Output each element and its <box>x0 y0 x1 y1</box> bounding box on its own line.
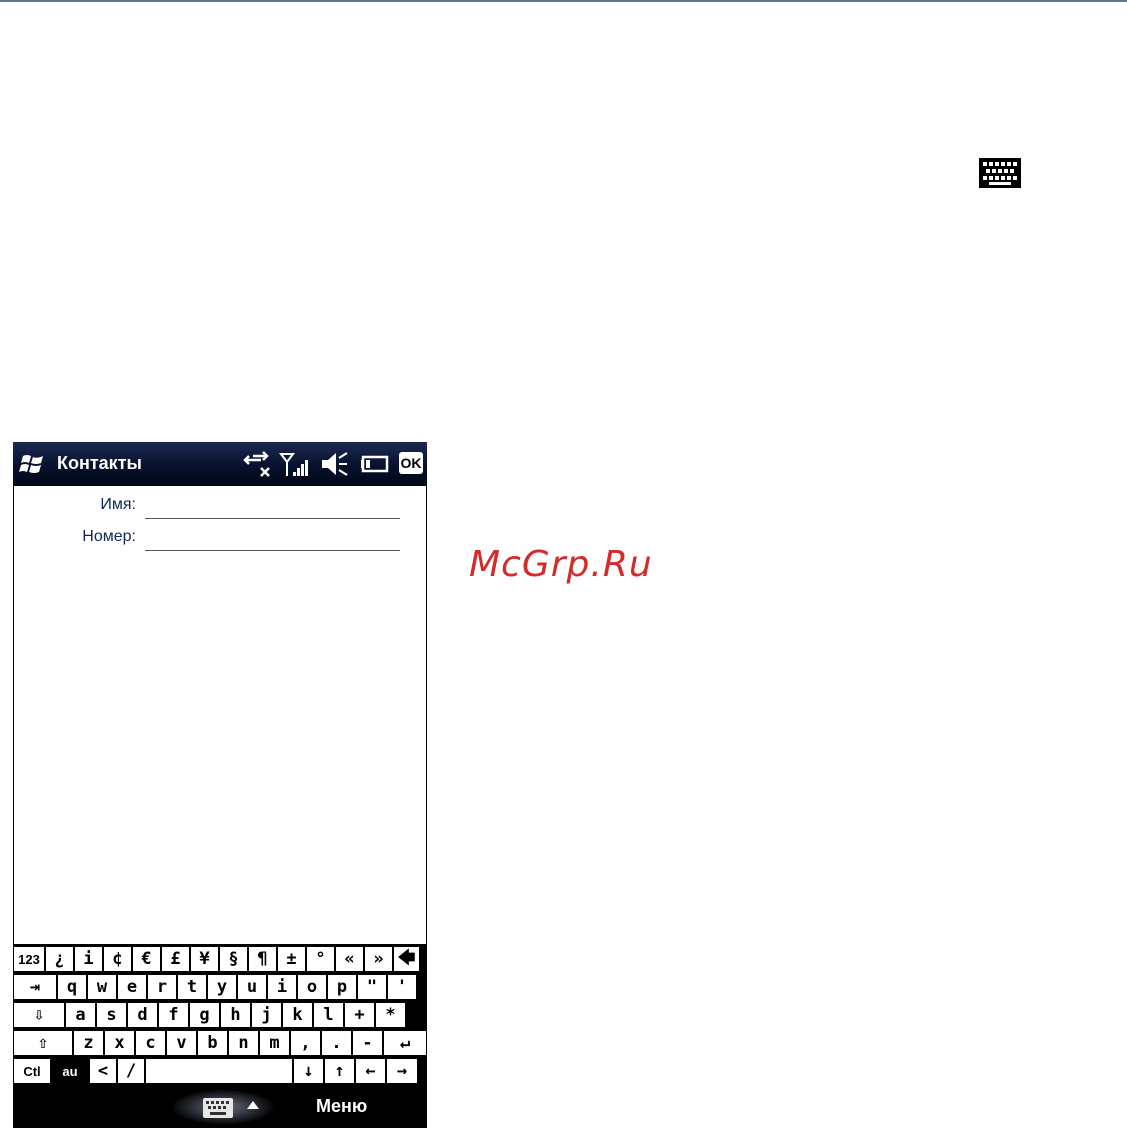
key[interactable]: m <box>259 1030 290 1056</box>
key-123[interactable]: 123 <box>13 946 45 972</box>
data-connection-icon[interactable] <box>243 450 273 478</box>
key[interactable]: k <box>282 1002 313 1028</box>
key[interactable]: e <box>117 974 147 1000</box>
key-tab[interactable]: ⇥ <box>13 974 57 1000</box>
keyboard-row-3: ⇩ a s d f g h j k l + * <box>13 1002 406 1028</box>
keyboard-row-1: 123 ¿ i ¢ € £ ¥ § ¶ ± ° « » 🡄 <box>13 946 420 972</box>
ok-button[interactable]: OK <box>399 452 423 474</box>
key[interactable]: y <box>207 974 237 1000</box>
key[interactable]: i <box>74 946 103 972</box>
key-shift[interactable]: ⇧ <box>13 1030 73 1056</box>
key[interactable]: ± <box>277 946 306 972</box>
name-input[interactable] <box>145 498 400 519</box>
name-label: Имя: <box>100 496 136 513</box>
key[interactable]: . <box>321 1030 352 1056</box>
key-space[interactable] <box>145 1058 293 1084</box>
key[interactable]: g <box>189 1002 220 1028</box>
page-top-rule <box>0 0 1127 2</box>
watermark: McGrp.Ru <box>469 544 653 585</box>
key[interactable]: u <box>237 974 267 1000</box>
key-backspace[interactable]: 🡄 <box>393 946 420 972</box>
key[interactable]: < <box>89 1058 117 1084</box>
key[interactable]: i <box>267 974 297 1000</box>
key-enter[interactable]: ↵ <box>383 1030 427 1056</box>
battery-icon[interactable] <box>361 450 391 478</box>
key[interactable]: l <box>313 1002 344 1028</box>
key[interactable]: j <box>251 1002 282 1028</box>
key[interactable]: d <box>127 1002 158 1028</box>
key[interactable]: " <box>357 974 387 1000</box>
key[interactable]: f <box>158 1002 189 1028</box>
keyboard-icon <box>979 158 1021 188</box>
key[interactable]: ' <box>387 974 417 1000</box>
key[interactable]: , <box>290 1030 321 1056</box>
key-caps-lock[interactable]: ⇩ <box>13 1002 65 1028</box>
key[interactable]: ¢ <box>103 946 132 972</box>
key-ctrl[interactable]: Ctl <box>13 1058 51 1084</box>
key[interactable]: ¿ <box>45 946 74 972</box>
key[interactable]: + <box>344 1002 375 1028</box>
keyboard-row-2: ⇥ q w e r t y u i o p " ' <box>13 974 417 1000</box>
key-au[interactable]: au <box>51 1058 89 1084</box>
key[interactable]: ¥ <box>190 946 219 972</box>
key[interactable]: q <box>57 974 87 1000</box>
windows-start-icon[interactable] <box>19 452 47 476</box>
soft-keyboard: 123 ¿ i ¢ € £ ¥ § ¶ ± ° « » 🡄 ⇥ q w e r … <box>13 944 427 1086</box>
key[interactable]: * <box>375 1002 406 1028</box>
device-screen: Контакты OK Имя: Номер: 123 ¿ i ¢ € £ ¥ … <box>13 442 427 1128</box>
key[interactable]: a <box>65 1002 96 1028</box>
key[interactable]: n <box>228 1030 259 1056</box>
key[interactable]: o <box>297 974 327 1000</box>
keyboard-icon[interactable] <box>203 1098 233 1118</box>
keyboard-row-4: ⇧ z x c v b n m , . - ↵ <box>13 1030 427 1056</box>
key[interactable]: £ <box>161 946 190 972</box>
key[interactable]: ¶ <box>248 946 277 972</box>
keyboard-row-5: Ctl au < / ↓ ↑ ← → <box>13 1058 418 1084</box>
number-input[interactable] <box>145 530 400 551</box>
key[interactable]: w <box>87 974 117 1000</box>
key[interactable]: v <box>166 1030 197 1056</box>
signal-strength-icon[interactable] <box>279 450 309 478</box>
key[interactable]: - <box>352 1030 383 1056</box>
key[interactable]: c <box>135 1030 166 1056</box>
key[interactable]: h <box>220 1002 251 1028</box>
key-arrow-up[interactable]: ↑ <box>324 1058 355 1084</box>
key[interactable]: r <box>147 974 177 1000</box>
key-arrow-down[interactable]: ↓ <box>293 1058 324 1084</box>
key[interactable]: p <box>327 974 357 1000</box>
key[interactable]: b <box>197 1030 228 1056</box>
number-label: Номер: <box>82 528 136 545</box>
key[interactable]: ° <box>306 946 335 972</box>
app-title: Контакты <box>57 453 142 473</box>
menu-bar: Меню <box>13 1086 427 1128</box>
key[interactable]: § <box>219 946 248 972</box>
caret-up-icon[interactable] <box>247 1101 259 1109</box>
volume-muted-icon[interactable] <box>318 450 348 478</box>
key[interactable]: x <box>104 1030 135 1056</box>
title-bar: Контакты OK <box>13 442 427 486</box>
menu-softkey[interactable]: Меню <box>316 1096 367 1117</box>
key[interactable]: z <box>73 1030 104 1056</box>
key-arrow-right[interactable]: → <box>386 1058 418 1084</box>
key-arrow-left[interactable]: ← <box>355 1058 386 1084</box>
key[interactable]: / <box>117 1058 145 1084</box>
key[interactable]: s <box>96 1002 127 1028</box>
key[interactable]: « <box>335 946 364 972</box>
key[interactable]: € <box>132 946 161 972</box>
key[interactable]: t <box>177 974 207 1000</box>
contact-form: Имя: Номер: <box>13 486 427 944</box>
key[interactable]: » <box>364 946 393 972</box>
